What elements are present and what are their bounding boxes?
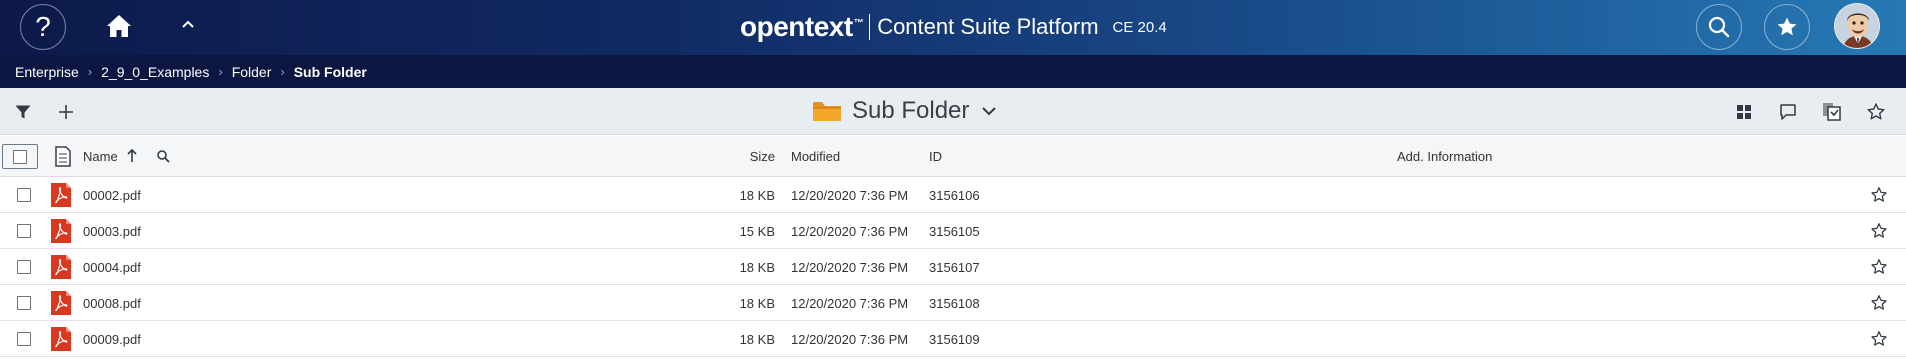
column-header-id[interactable]: ID xyxy=(929,149,942,164)
breadcrumb-item-examples[interactable]: 2_9_0_Examples xyxy=(101,64,209,80)
column-header-add-information: Add. Information xyxy=(1397,149,1493,164)
brand-divider xyxy=(869,14,871,40)
file-size: 18 KB xyxy=(739,260,775,275)
favorite-toggle-button[interactable] xyxy=(1864,100,1888,124)
comment-icon xyxy=(1780,104,1796,120)
home-icon xyxy=(107,15,131,37)
pdf-icon xyxy=(51,291,71,315)
node-id: 3156109 xyxy=(929,332,980,347)
file-size: 18 KB xyxy=(739,296,775,311)
comments-button[interactable] xyxy=(1776,100,1800,124)
search-icon[interactable] xyxy=(156,149,170,163)
file-name[interactable]: 00002.pdf xyxy=(83,188,141,203)
document-type-icon xyxy=(55,146,71,167)
star-outline-icon[interactable] xyxy=(1870,258,1888,276)
row-checkbox[interactable] xyxy=(17,188,31,202)
product-version: CE 20.4 xyxy=(1112,18,1167,36)
row-checkbox[interactable] xyxy=(17,224,31,238)
breadcrumb: Enterprise › 2_9_0_Examples › Folder › S… xyxy=(0,55,1906,88)
pdf-icon xyxy=(51,255,71,279)
top-header: ? opentext™ Content Suite Platform CE 20… xyxy=(0,0,1906,55)
help-button[interactable]: ? xyxy=(20,4,66,50)
select-all-checkbox[interactable] xyxy=(13,150,27,164)
favorites-button[interactable] xyxy=(1764,4,1810,50)
chevron-down-icon[interactable] xyxy=(981,105,997,117)
star-outline-icon[interactable] xyxy=(1870,294,1888,312)
star-outline-icon xyxy=(1867,103,1885,120)
table-row[interactable]: 00009.pdf 18 KB 12/20/2020 7:36 PM 31561… xyxy=(0,321,1906,357)
grid-view-button[interactable] xyxy=(1732,100,1756,124)
plus-icon xyxy=(59,105,73,119)
collapse-button[interactable] xyxy=(180,17,196,31)
file-name[interactable]: 00003.pdf xyxy=(83,224,141,239)
row-checkbox[interactable] xyxy=(17,296,31,310)
file-size: 18 KB xyxy=(739,332,775,347)
breadcrumb-item-folder[interactable]: Folder xyxy=(232,64,272,80)
node-toolbar: Sub Folder xyxy=(0,88,1906,135)
file-name[interactable]: 00004.pdf xyxy=(83,260,141,275)
caret-up-icon xyxy=(182,20,194,28)
opentext-logo: opentext™ xyxy=(740,11,864,42)
avatar xyxy=(1835,4,1879,48)
breadcrumb-separator: › xyxy=(280,64,285,79)
filter-button[interactable] xyxy=(11,100,35,124)
star-outline-icon[interactable] xyxy=(1870,330,1888,348)
breadcrumb-item-enterprise[interactable]: Enterprise xyxy=(15,64,79,80)
breadcrumb-item-current: Sub Folder xyxy=(293,63,367,80)
node-id: 3156106 xyxy=(929,188,980,203)
file-name[interactable]: 00008.pdf xyxy=(83,296,141,311)
filter-icon xyxy=(15,105,31,119)
folder-icon xyxy=(813,102,841,121)
file-name[interactable]: 00009.pdf xyxy=(83,332,141,347)
star-icon xyxy=(1777,17,1797,36)
table-row[interactable]: 00008.pdf 18 KB 12/20/2020 7:36 PM 31561… xyxy=(0,285,1906,321)
node-id: 3156105 xyxy=(929,224,980,239)
sort-ascending-icon[interactable] xyxy=(126,148,138,163)
add-item-button[interactable] xyxy=(54,100,78,124)
pdf-icon xyxy=(51,219,71,243)
pdf-icon xyxy=(51,183,71,207)
row-checkbox[interactable] xyxy=(17,332,31,346)
collection-button[interactable] xyxy=(1820,100,1844,124)
column-header-size[interactable]: Size xyxy=(700,149,775,164)
file-size: 15 KB xyxy=(739,224,775,239)
table-row[interactable]: 00002.pdf 18 KB 12/20/2020 7:36 PM 31561… xyxy=(0,177,1906,213)
home-button[interactable] xyxy=(104,11,134,41)
brand: opentext™ Content Suite Platform CE 20.4 xyxy=(740,8,1167,46)
page-title: Sub Folder xyxy=(852,97,970,124)
collection-icon xyxy=(1823,103,1841,121)
column-header-name[interactable]: Name xyxy=(83,149,118,164)
modified-date: 12/20/2020 7:36 PM xyxy=(791,188,909,203)
star-outline-icon[interactable] xyxy=(1870,222,1888,240)
row-checkbox[interactable] xyxy=(17,260,31,274)
pdf-icon xyxy=(51,327,71,351)
modified-date: 12/20/2020 7:36 PM xyxy=(791,260,909,275)
user-avatar[interactable] xyxy=(1834,3,1880,49)
table-header: Name Size Modified ID Add. Information xyxy=(0,136,1906,177)
container-title[interactable]: Sub Folder xyxy=(812,96,997,126)
search-button[interactable] xyxy=(1696,4,1742,50)
column-header-modified[interactable]: Modified xyxy=(791,149,840,164)
node-id: 3156107 xyxy=(929,260,980,275)
table-row[interactable]: 00004.pdf 18 KB 12/20/2020 7:36 PM 31561… xyxy=(0,249,1906,285)
select-all-container[interactable] xyxy=(2,144,38,169)
star-outline-icon[interactable] xyxy=(1870,186,1888,204)
modified-date: 12/20/2020 7:36 PM xyxy=(791,332,909,347)
node-id: 3156108 xyxy=(929,296,980,311)
product-name: Content Suite Platform xyxy=(877,14,1099,39)
breadcrumb-separator: › xyxy=(218,64,223,79)
table-row[interactable]: 00003.pdf 15 KB 12/20/2020 7:36 PM 31561… xyxy=(0,213,1906,249)
modified-date: 12/20/2020 7:36 PM xyxy=(791,224,909,239)
grid-view-icon xyxy=(1737,105,1751,119)
file-size: 18 KB xyxy=(739,188,775,203)
search-icon xyxy=(1708,16,1730,38)
breadcrumb-separator: › xyxy=(87,64,93,79)
modified-date: 12/20/2020 7:36 PM xyxy=(791,296,909,311)
help-icon: ? xyxy=(35,11,51,42)
